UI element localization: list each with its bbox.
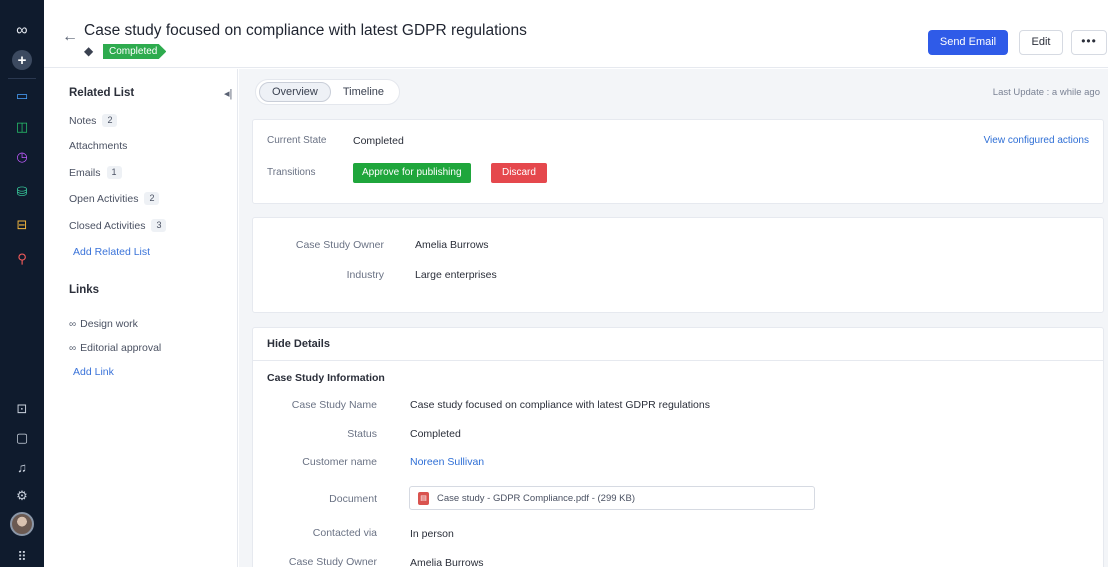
- related-item-open-activities[interactable]: Open Activities 2: [69, 192, 160, 205]
- notification-bell-icon[interactable]: ♫: [11, 456, 33, 478]
- approve-for-publishing-button[interactable]: Approve for publishing: [353, 163, 471, 183]
- add-related-list-link[interactable]: Add Related List: [73, 246, 150, 258]
- contacted-via-value: In person: [410, 528, 454, 540]
- link-icon: ∞: [69, 318, 77, 330]
- customer-name-label: Customer name: [302, 456, 377, 468]
- back-arrow-icon[interactable]: ←: [62, 28, 78, 46]
- add-link-link[interactable]: Add Link: [73, 366, 114, 378]
- announcement-icon[interactable]: ⊡: [11, 398, 33, 420]
- app-rail: ∞ + ▭ ◫ ◷ ⛁ ⊟ ⚲ ⊡ ▢ ♫ ⚙ ⠿: [0, 0, 44, 567]
- case-study-name-label: Case Study Name: [291, 399, 377, 411]
- database-icon[interactable]: ⛁: [11, 181, 33, 203]
- customer-name-link[interactable]: Noreen Sullivan: [410, 456, 484, 468]
- link-label: Editorial approval: [80, 342, 162, 354]
- store-icon[interactable]: ⊟: [11, 214, 33, 236]
- related-item-attachments[interactable]: Attachments: [69, 140, 127, 152]
- tag-icon: ◆: [84, 44, 94, 58]
- rail-divider: [8, 78, 36, 79]
- record-main: Overview Timeline Last Update : a while …: [239, 69, 1108, 567]
- related-item-label: Attachments: [69, 140, 128, 152]
- app-grid-icon[interactable]: ⠿: [11, 546, 33, 567]
- link-item-design-work[interactable]: ∞ Design work: [69, 318, 138, 330]
- send-email-button[interactable]: Send Email: [928, 30, 1008, 55]
- app-logo-icon[interactable]: ∞: [11, 20, 33, 42]
- more-options-button[interactable]: •••: [1071, 30, 1107, 55]
- related-item-label: Open Activities: [69, 192, 139, 205]
- industry-label: Industry: [346, 269, 384, 281]
- record-header: ← Case study focused on compliance with …: [44, 0, 1108, 68]
- last-update-text: Last Update : a while ago: [992, 87, 1100, 98]
- divider: [253, 360, 1103, 361]
- owner-value: Amelia Burrows: [415, 239, 489, 251]
- case-study-name-value: Case study focused on compliance with la…: [410, 399, 710, 411]
- related-list-sidebar: Related List ◂| Notes 2 Attachments Emai…: [44, 69, 238, 567]
- related-item-label: Closed Activities: [69, 219, 146, 232]
- status-badge: Completed: [103, 44, 167, 59]
- collapse-sidebar-icon[interactable]: ◂|: [224, 87, 232, 100]
- document-label: Document: [329, 493, 377, 505]
- count-badge: 2: [102, 114, 118, 127]
- current-state-value: Completed: [353, 135, 404, 147]
- user-avatar[interactable]: [10, 512, 34, 536]
- hide-details-toggle[interactable]: Hide Details: [267, 338, 330, 350]
- count-badge: 1: [106, 166, 122, 179]
- status-label: Status: [347, 428, 377, 440]
- window-icon[interactable]: ▢: [11, 427, 33, 449]
- search-icon[interactable]: ⚲: [11, 248, 33, 270]
- link-icon: ∞: [69, 342, 77, 354]
- document-filename: Case study - GDPR Compliance.pdf - (299 …: [437, 492, 635, 504]
- related-item-closed-activities[interactable]: Closed Activities 3: [69, 219, 167, 232]
- summary-card: Case Study Owner Amelia Burrows Industry…: [252, 217, 1104, 313]
- related-item-notes[interactable]: Notes 2: [69, 114, 118, 127]
- view-tabs: Overview Timeline: [255, 79, 401, 105]
- count-badge: 3: [151, 219, 167, 232]
- edit-button[interactable]: Edit: [1019, 30, 1063, 55]
- settings-gear-icon[interactable]: ⚙: [11, 485, 33, 507]
- link-item-editorial-approval[interactable]: ∞ Editorial approval: [69, 342, 161, 354]
- clock-icon[interactable]: ◷: [11, 146, 33, 168]
- related-list-heading: Related List: [69, 87, 135, 99]
- related-item-label: Emails: [69, 166, 101, 179]
- discard-button[interactable]: Discard: [491, 163, 547, 183]
- details-card: Hide Details Case Study Information Case…: [252, 327, 1104, 567]
- current-state-label: Current State: [267, 135, 327, 146]
- status-value: Completed: [410, 428, 461, 440]
- pdf-file-icon: ▤: [418, 491, 429, 505]
- link-label: Design work: [80, 318, 138, 330]
- tab-timeline[interactable]: Timeline: [331, 82, 396, 102]
- document-attachment[interactable]: ▤ Case study - GDPR Compliance.pdf - (29…: [409, 486, 815, 510]
- transitions-label: Transitions: [267, 167, 316, 178]
- blueprint-state-card: Current State Completed Transitions Appr…: [252, 119, 1104, 204]
- case-study-owner-label: Case Study Owner: [288, 556, 377, 567]
- create-new-button[interactable]: +: [12, 50, 32, 70]
- contacted-via-label: Contacted via: [312, 527, 377, 539]
- links-heading: Links: [69, 284, 100, 296]
- case-study-owner-value: Amelia Burrows: [410, 557, 484, 567]
- tab-overview[interactable]: Overview: [259, 82, 331, 102]
- folder-icon[interactable]: ▭: [11, 85, 33, 107]
- dashboard-icon[interactable]: ◫: [11, 116, 33, 138]
- page-title: Case study focused on compliance with la…: [84, 22, 527, 39]
- view-configured-actions-link[interactable]: View configured actions: [984, 135, 1089, 146]
- industry-value: Large enterprises: [415, 269, 497, 281]
- owner-label: Case Study Owner: [295, 239, 384, 251]
- related-item-emails[interactable]: Emails 1: [69, 166, 122, 179]
- section-title: Case Study Information: [267, 372, 385, 384]
- related-item-label: Notes: [69, 114, 97, 127]
- count-badge: 2: [144, 192, 160, 205]
